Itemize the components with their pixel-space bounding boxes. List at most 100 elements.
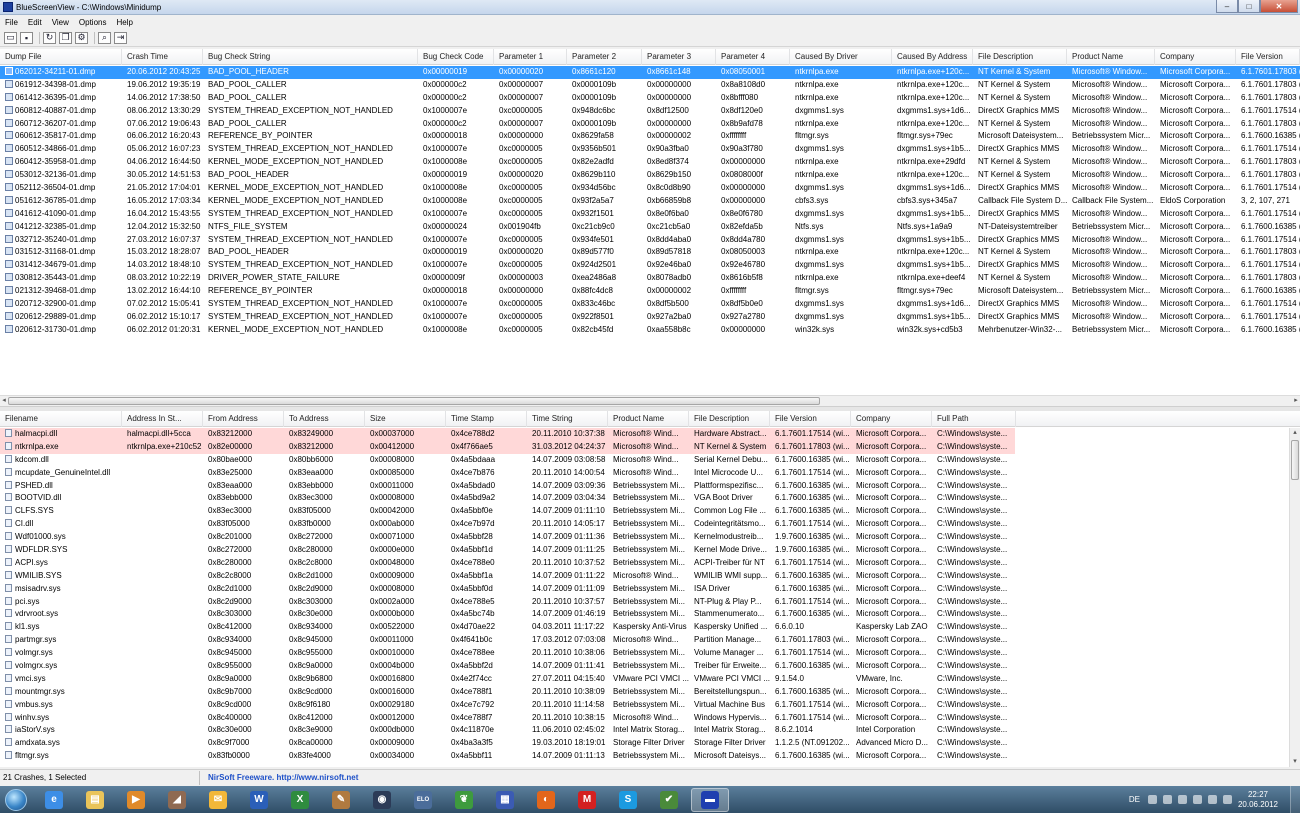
driver-row[interactable]: mountmgr.sys 0x8c9b7000 0x8c9cd000 0x000160… xyxy=(0,686,1300,699)
crash-row[interactable]: 060712-36207-01.dmp 07.06.2012 19:06:43 BA… xyxy=(0,118,1300,131)
driver-row[interactable]: Wdf01000.sys 0x8c201000 0x8c272000 0x000710… xyxy=(0,531,1300,544)
crash-row[interactable]: 060812-40887-01.dmp 08.06.2012 13:30:29 SY… xyxy=(0,105,1300,118)
driver-row[interactable]: ACPI.sys 0x8c280000 0x8c2c8000 0x00048000 0x… xyxy=(0,557,1300,570)
scroll-left-icon[interactable]: ◂ xyxy=(0,396,8,406)
taskbar-app-button[interactable]: ◉ xyxy=(363,788,401,812)
volume-tray-icon[interactable] xyxy=(1207,795,1217,804)
driver-row[interactable]: PSHED.dll 0x83eaa000 0x83ebb000 0x00011000 0… xyxy=(0,480,1300,493)
crash-row[interactable]: 061912-34398-01.dmp 19.06.2012 19:35:19 BA… xyxy=(0,79,1300,92)
crash-row[interactable]: 041612-41090-01.dmp 16.04.2012 15:43:55 SY… xyxy=(0,208,1300,221)
horizontal-scrollbar[interactable]: ◂ ▸ xyxy=(0,395,1300,406)
taskbar-app-button[interactable]: ▬ xyxy=(691,787,729,812)
taskbar-app-button[interactable]: ◐ xyxy=(527,788,565,812)
driver-row[interactable]: CLFS.SYS 0x83ec3000 0x83f05000 0x00042000 0x… xyxy=(0,505,1300,518)
crash-row[interactable]: 061412-36395-01.dmp 14.06.2012 17:38:50 BA… xyxy=(0,92,1300,105)
menu-options[interactable]: Options xyxy=(74,18,112,27)
crash-col-dump-file[interactable]: Dump File xyxy=(0,49,122,65)
crash-col-bug-check-code[interactable]: Bug Check Code xyxy=(418,49,494,65)
driver-row[interactable]: partmgr.sys 0x8c934000 0x8c945000 0x0001100… xyxy=(0,634,1300,647)
exit-icon[interactable]: ⇥ xyxy=(114,31,127,44)
taskbar-app-button[interactable]: ◢ xyxy=(158,788,196,812)
language-indicator[interactable]: DE xyxy=(1129,795,1140,804)
show-desktop-button[interactable] xyxy=(1290,786,1300,813)
network-tray-icon[interactable] xyxy=(1192,795,1202,804)
driver-row[interactable]: pci.sys 0x8c2d9000 0x8c303000 0x0002a000 0x4… xyxy=(0,596,1300,609)
taskbar-app-button[interactable]: ❦ xyxy=(445,788,483,812)
driver-row[interactable]: CI.dll 0x83f05000 0x83fb0000 0x000ab000 0x4c… xyxy=(0,518,1300,531)
driver-row[interactable]: ntkrnlpa.exe ntkrnlpa.exe+210c52 0x82e0000… xyxy=(0,440,1015,454)
driver-col-file-description[interactable]: File Description xyxy=(689,411,770,427)
driver-row[interactable]: iaStorV.sys 0x8c30e000 0x8c3e9000 0x000db00… xyxy=(0,724,1300,737)
crash-row[interactable]: 062012-34211-01.dmp 20.06.2012 20:43:25 BA… xyxy=(0,66,1300,79)
driver-row[interactable]: volmgrx.sys 0x8c955000 0x8c9a0000 0x0004b00… xyxy=(0,660,1300,673)
crash-row[interactable]: 041212-32385-01.dmp 12.04.2012 15:32:50 NT… xyxy=(0,221,1300,234)
nirsoft-link[interactable]: NirSoft Freeware. http://www.nirsoft.net xyxy=(200,773,358,782)
save-icon[interactable]: ▪ xyxy=(20,31,33,44)
crash-col-caused-by-driver[interactable]: Caused By Driver xyxy=(790,49,892,65)
taskbar-app-button[interactable]: S xyxy=(609,788,647,812)
menu-view[interactable]: View xyxy=(47,18,74,27)
taskbar-app-button[interactable]: ELO xyxy=(404,788,442,812)
crash-row[interactable]: 020612-29889-01.dmp 06.02.2012 15:10:17 SY… xyxy=(0,311,1300,324)
driver-row[interactable]: kdcom.dll 0x80bae000 0x80bb6000 0x00008000 0… xyxy=(0,454,1300,467)
crash-row[interactable]: 051612-36785-01.dmp 16.05.2012 17:03:34 KE… xyxy=(0,195,1300,208)
maximize-button[interactable]: □ xyxy=(1238,0,1260,13)
scroll-right-icon[interactable]: ▸ xyxy=(1292,396,1300,406)
driver-row[interactable]: vmbus.sys 0x8c9cd000 0x8c9f6180 0x00029180 0… xyxy=(0,699,1300,712)
expand-tray-icon[interactable] xyxy=(1177,795,1187,804)
crash-row[interactable]: 060512-34866-01.dmp 05.06.2012 16:07:23 SY… xyxy=(0,143,1300,156)
taskbar-app-button[interactable]: e xyxy=(35,788,73,812)
crash-col-company[interactable]: Company xyxy=(1155,49,1236,65)
driver-row[interactable]: winhv.sys 0x8c400000 0x8c412000 0x00012000 0… xyxy=(0,712,1300,725)
crash-row[interactable]: 021312-39468-01.dmp 13.02.2012 16:44:10 RE… xyxy=(0,285,1300,298)
start-button[interactable] xyxy=(0,786,32,813)
taskbar-app-button[interactable]: ▤ xyxy=(76,788,114,812)
taskbar-app-button[interactable]: ▦ xyxy=(486,788,524,812)
crash-col-file-version[interactable]: File Version xyxy=(1236,49,1300,65)
driver-row[interactable]: WMILIB.SYS 0x8c2c8000 0x8c2d1000 0x00009000… xyxy=(0,570,1300,583)
vertical-scrollbar[interactable]: ▴ ▾ xyxy=(1289,428,1300,767)
driver-col-from-address[interactable]: From Address xyxy=(203,411,284,427)
title-bar[interactable]: BlueScreenView - C:\Windows\Minidump – □… xyxy=(0,0,1300,15)
crash-row[interactable]: 020612-31730-01.dmp 06.02.2012 01:20:31 KE… xyxy=(0,324,1300,337)
crash-row[interactable]: 030812-35443-01.dmp 08.03.2012 10:22:19 DR… xyxy=(0,272,1300,285)
help-tray-icon[interactable] xyxy=(1147,795,1157,804)
driver-col-time-string[interactable]: Time String xyxy=(527,411,608,427)
driver-row[interactable]: mcupdate_GenuineIntel.dll 0x83e25000 0x83e… xyxy=(0,467,1300,480)
menu-help[interactable]: Help xyxy=(111,18,137,27)
close-button[interactable]: ✕ xyxy=(1260,0,1298,13)
minimize-button[interactable]: – xyxy=(1216,0,1238,13)
crash-col-crash-time[interactable]: Crash Time xyxy=(122,49,203,65)
crash-row[interactable]: 052112-36504-01.dmp 21.05.2012 17:04:01 KE… xyxy=(0,182,1300,195)
driver-row[interactable]: amdxata.sys 0x8c9f7000 0x8ca00000 0x0000900… xyxy=(0,737,1300,750)
crash-row[interactable]: 060412-35958-01.dmp 04.06.2012 16:44:50 KE… xyxy=(0,156,1300,169)
crash-row[interactable]: 053012-32136-01.dmp 30.05.2012 14:51:53 BA… xyxy=(0,169,1300,182)
driver-col-time-stamp[interactable]: Time Stamp xyxy=(446,411,527,427)
horizontal-scroll-thumb[interactable] xyxy=(8,397,820,405)
properties-icon[interactable]: ▭ xyxy=(4,31,17,44)
taskbar-app-button[interactable]: ✎ xyxy=(322,788,360,812)
driver-row[interactable]: kl1.sys 0x8c412000 0x8c934000 0x00522000 0x4… xyxy=(0,621,1300,634)
crash-row[interactable]: 060612-35817-01.dmp 06.06.2012 16:20:43 RE… xyxy=(0,130,1300,143)
refresh-icon[interactable]: ↻ xyxy=(43,31,56,44)
crash-row[interactable]: 032712-35240-01.dmp 27.03.2012 16:07:37 SY… xyxy=(0,234,1300,247)
driver-row[interactable]: halmacpi.dll halmacpi.dll+5cca 0x83212000 0… xyxy=(0,428,1015,441)
find-icon[interactable]: ⌕ xyxy=(98,31,111,44)
taskbar-app-button[interactable]: W xyxy=(240,788,278,812)
flag-tray-icon[interactable] xyxy=(1222,795,1232,804)
taskbar-app-button[interactable]: ✔ xyxy=(650,788,688,812)
driver-row[interactable]: msisadrv.sys 0x8c2d1000 0x8c2d9000 0x000080… xyxy=(0,583,1300,596)
crash-row[interactable]: 020712-32900-01.dmp 07.02.2012 15:05:41 SY… xyxy=(0,298,1300,311)
scroll-down-icon[interactable]: ▾ xyxy=(1290,757,1300,767)
crash-col-bug-check-string[interactable]: Bug Check String xyxy=(203,49,418,65)
advanced-options-icon[interactable]: ⚙ xyxy=(75,31,88,44)
crash-col-parameter-4[interactable]: Parameter 4 xyxy=(716,49,790,65)
driver-row[interactable]: fltmgr.sys 0x83fb0000 0x83fe4000 0x00034000… xyxy=(0,750,1300,763)
crash-col-product-name[interactable]: Product Name xyxy=(1067,49,1155,65)
taskbar-app-button[interactable]: M xyxy=(568,788,606,812)
driver-col-full-path[interactable]: Full Path xyxy=(932,411,1016,427)
driver-col-size[interactable]: Size xyxy=(365,411,446,427)
taskbar-app-button[interactable]: ✉ xyxy=(199,788,237,812)
driver-col-product-name[interactable]: Product Name xyxy=(608,411,689,427)
crash-row[interactable]: 031412-34679-01.dmp 14.03.2012 18:48:10 SY… xyxy=(0,259,1300,272)
